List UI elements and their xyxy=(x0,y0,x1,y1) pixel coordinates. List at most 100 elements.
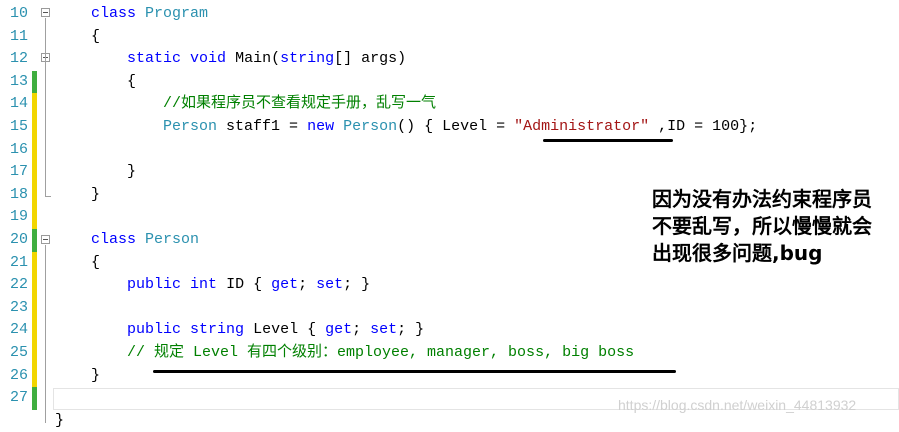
code-line[interactable]: } xyxy=(0,410,899,432)
token-plain: } xyxy=(55,411,65,429)
change-bar-saved xyxy=(32,70,37,94)
token-plain: } xyxy=(55,185,101,203)
code-line[interactable]: 24 public string Level { get; set; } xyxy=(0,319,899,342)
token-kw: static xyxy=(127,50,182,68)
token-cm: // 规定 Level 有四个级别：employee, manager, bos… xyxy=(127,344,635,361)
code-line[interactable]: 12 static void Main(string[] args) xyxy=(0,48,899,71)
annotation-note: 因为没有办法约束程序员不要乱写，所以慢慢就会出现很多问题,bug xyxy=(652,187,872,265)
token-plain: ID { xyxy=(217,276,272,294)
code-line[interactable]: 13 { xyxy=(0,70,899,94)
token-str: "Administrator" xyxy=(514,118,650,135)
annotation-underline-comment xyxy=(153,370,676,373)
token-plain: ,ID = 100}; xyxy=(649,118,758,135)
token-plain: ; } xyxy=(397,321,425,339)
code-text: } xyxy=(55,365,100,388)
change-bar-modified xyxy=(32,206,37,229)
code-line[interactable]: 23 xyxy=(0,296,899,320)
line-number: 21 xyxy=(9,253,28,271)
watermark: https://blog.csdn.net/weixin_44813932 xyxy=(618,397,857,413)
token-kw: get xyxy=(325,321,353,339)
line-number: 26 xyxy=(9,366,28,384)
code-line[interactable]: 25 // 规定 Level 有四个级别：employee, manager, … xyxy=(0,342,899,365)
code-text: { xyxy=(55,252,100,275)
token-plain: ; } xyxy=(343,276,371,294)
line-number: 18 xyxy=(9,185,28,203)
line-number: 17 xyxy=(9,163,28,181)
line-number: 14 xyxy=(9,95,28,113)
code-line[interactable]: 11 { xyxy=(0,26,899,49)
token-plain: Main( xyxy=(226,50,281,68)
token-ty: Person xyxy=(145,231,200,248)
line-number: 15 xyxy=(9,118,28,135)
annotation-underline-administrator xyxy=(543,139,673,142)
line-number: 25 xyxy=(9,344,28,361)
token-kw: class xyxy=(91,5,137,22)
token-kw: int xyxy=(190,276,218,294)
change-bar-modified xyxy=(32,342,37,365)
token-plain: } xyxy=(55,163,137,181)
token-ty: Person xyxy=(163,118,218,135)
code-line[interactable]: 17 } xyxy=(0,161,899,184)
code-line[interactable]: 16 xyxy=(0,138,899,162)
change-bar-modified xyxy=(32,161,37,184)
change-bar-saved xyxy=(32,229,37,252)
line-number: 22 xyxy=(9,276,28,294)
token-plain: () { Level = xyxy=(397,118,515,135)
code-text: public string Level { get; set; } xyxy=(55,319,424,342)
token-plain: [] args) xyxy=(334,50,407,68)
change-bar-saved xyxy=(32,387,37,410)
line-number: 12 xyxy=(9,50,28,68)
token-cm: //如果程序员不查看规定手册，乱写一气 xyxy=(163,95,437,113)
token-plain: staff1 = xyxy=(217,118,308,135)
token-kw: string xyxy=(280,50,335,68)
line-number: 24 xyxy=(9,321,28,339)
token-kw: new xyxy=(307,118,335,135)
change-bar-modified xyxy=(32,364,37,388)
token-plain: { xyxy=(55,253,101,271)
line-number: 16 xyxy=(9,140,28,158)
code-line[interactable]: 22 public int ID { get; set; } xyxy=(0,274,899,297)
token-kw: void xyxy=(190,50,227,68)
code-text: class Person xyxy=(55,229,199,252)
line-number: 20 xyxy=(9,231,28,248)
token-kw: class xyxy=(91,231,137,248)
change-bar-modified xyxy=(32,116,37,139)
line-number: 10 xyxy=(9,5,28,22)
token-kw: public xyxy=(127,276,182,294)
line-number: 27 xyxy=(9,389,28,407)
code-text: //如果程序员不查看规定手册，乱写一气 xyxy=(55,93,436,116)
change-bar-modified xyxy=(32,251,37,275)
code-text: } xyxy=(55,184,100,207)
line-number: 13 xyxy=(9,72,28,90)
change-bar-modified xyxy=(32,296,37,320)
code-line[interactable]: 26 } xyxy=(0,364,899,388)
change-bar-modified xyxy=(32,183,37,207)
token-plain: { xyxy=(55,27,101,45)
token-plain: } xyxy=(55,366,101,384)
line-number: 19 xyxy=(9,208,28,226)
code-text: static void Main(string[] args) xyxy=(55,48,406,71)
token-plain: { xyxy=(55,72,137,90)
token-kw: set xyxy=(316,276,344,294)
line-number: 23 xyxy=(9,298,28,316)
code-text: class Program xyxy=(55,3,208,26)
token-ty: Program xyxy=(145,5,209,22)
code-line[interactable]: 15 Person staff1 = new Person() { Level … xyxy=(0,116,899,139)
code-line[interactable]: 10 class Program xyxy=(0,3,899,26)
code-text: { xyxy=(55,26,100,49)
token-plain: ; xyxy=(352,321,371,339)
token-plain: ; xyxy=(298,276,317,294)
code-line[interactable]: 14 //如果程序员不查看规定手册，乱写一气 xyxy=(0,93,899,116)
change-bar-modified xyxy=(32,274,37,297)
